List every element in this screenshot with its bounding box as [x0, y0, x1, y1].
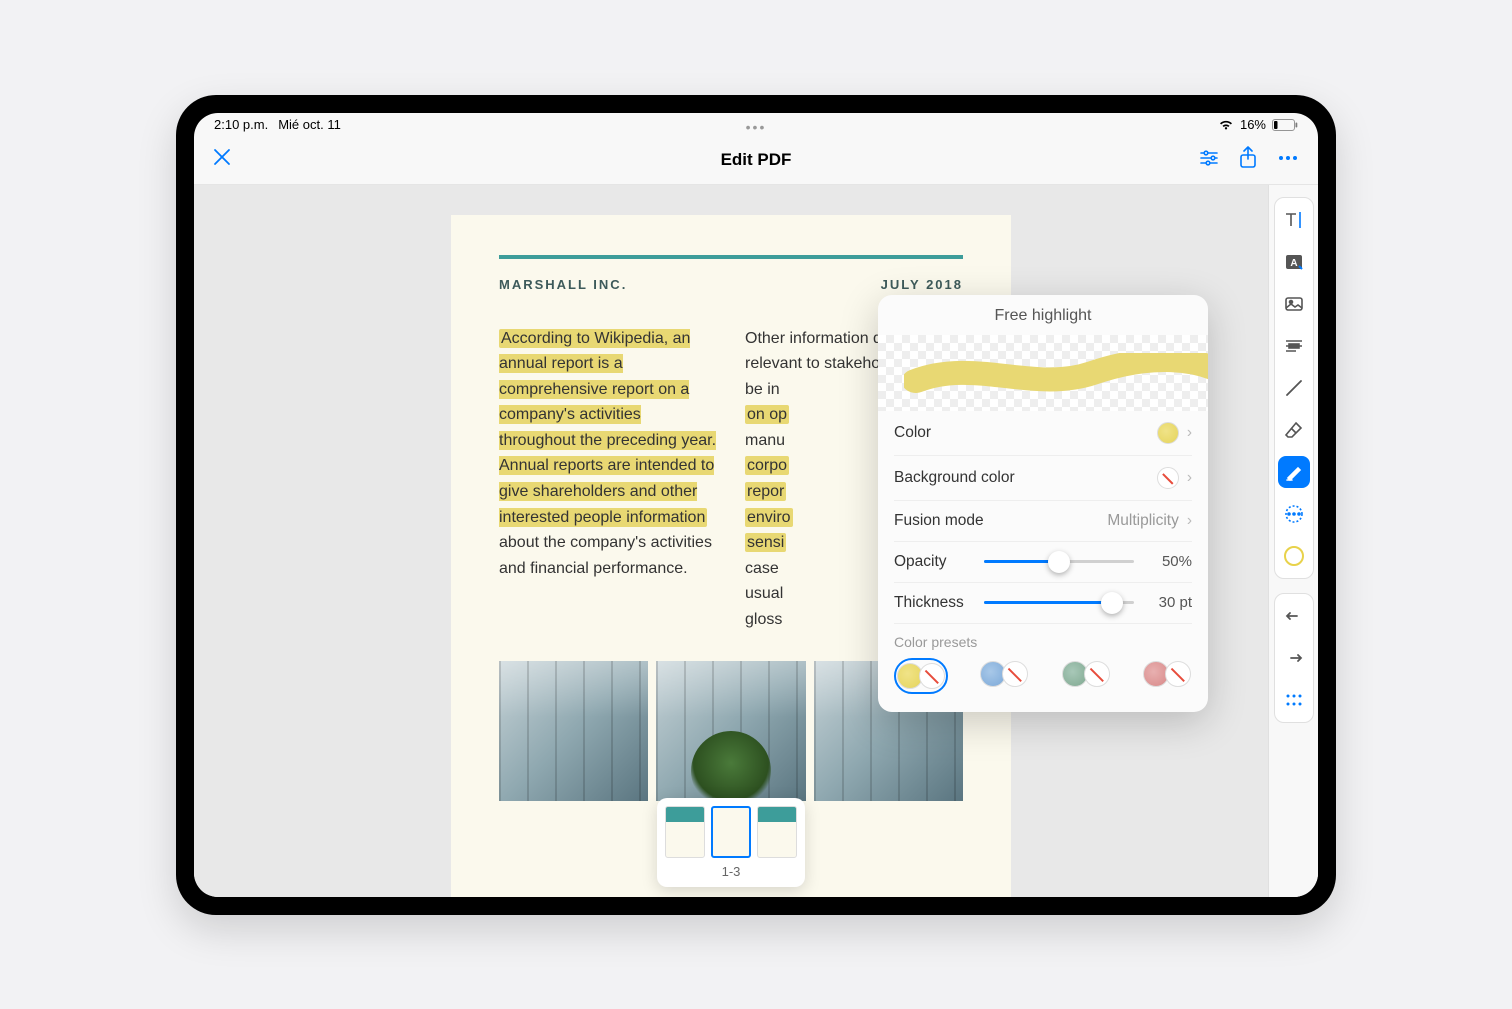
- thickness-slider[interactable]: [984, 601, 1134, 604]
- tool-group-annotations: A: [1274, 197, 1314, 579]
- redact-tool-icon[interactable]: [1278, 330, 1310, 362]
- filter-settings-icon[interactable]: [1198, 147, 1220, 174]
- tablet-frame: 2:10 p.m. Mié oct. 11 16% •••: [176, 95, 1336, 915]
- color-row[interactable]: Color ›: [894, 411, 1192, 456]
- right-toolbar: A: [1268, 185, 1318, 897]
- text-tool-icon[interactable]: [1278, 204, 1310, 236]
- status-time: 2:10 p.m.: [214, 117, 268, 132]
- color-swatch-none: [1157, 467, 1179, 489]
- chevron-right-icon: ›: [1187, 469, 1192, 487]
- wifi-icon: [1218, 119, 1234, 131]
- presets-label: Color presets: [894, 624, 1192, 658]
- thumbnail-page-1[interactable]: [665, 806, 705, 858]
- more-tools-icon[interactable]: [1278, 498, 1310, 530]
- thumbnail-range-label: 1-3: [722, 864, 741, 879]
- preset-swatch-none: [1002, 661, 1028, 687]
- share-icon[interactable]: [1238, 146, 1258, 175]
- color-label: Color: [894, 424, 931, 442]
- doc-col2-i: usual: [745, 585, 783, 602]
- highlighter-tool-icon[interactable]: [1278, 456, 1310, 488]
- current-color-icon[interactable]: [1278, 540, 1310, 572]
- opacity-label: Opacity: [894, 553, 972, 571]
- doc-col2-b: on op: [745, 405, 789, 424]
- bgcolor-label: Background color: [894, 469, 1015, 487]
- doc-col2-h: case: [745, 560, 779, 577]
- status-date: Mié oct. 11: [278, 117, 341, 132]
- undo-icon[interactable]: [1278, 600, 1310, 632]
- text-box-tool-icon[interactable]: A: [1278, 246, 1310, 278]
- doc-col2-e: repor: [745, 482, 786, 501]
- close-button[interactable]: [212, 147, 232, 172]
- doc-col-left: According to Wikipedia, an annual report…: [499, 326, 717, 633]
- page-thumbnails: 1-3: [657, 798, 805, 887]
- doc-company: MARSHALL INC.: [499, 277, 627, 292]
- highlighted-text: According to Wikipedia, an annual report…: [499, 329, 716, 527]
- preset-blue[interactable]: [979, 658, 1029, 694]
- document-view[interactable]: MARSHALL INC. JULY 2018 According to Wik…: [194, 185, 1268, 897]
- doc-col2-d: corpo: [745, 456, 789, 475]
- content-area: MARSHALL INC. JULY 2018 According to Wik…: [194, 185, 1318, 897]
- preset-red[interactable]: [1142, 658, 1192, 694]
- drag-indicator-icon: •••: [746, 119, 767, 135]
- background-color-row[interactable]: Background color ›: [894, 456, 1192, 501]
- popover-title: Free highlight: [878, 295, 1208, 335]
- thumbnail-page-2[interactable]: [711, 806, 751, 858]
- fusion-value: Multiplicity: [1107, 512, 1178, 530]
- thickness-value: 30 pt: [1146, 594, 1192, 611]
- grid-icon[interactable]: [1278, 684, 1310, 716]
- thumbnail-page-3[interactable]: [757, 806, 797, 858]
- thickness-row: Thickness 30 pt: [894, 583, 1192, 624]
- thickness-label: Thickness: [894, 594, 972, 612]
- page-rule: [499, 255, 963, 259]
- doc-photo: [499, 661, 648, 801]
- image-tool-icon[interactable]: [1278, 288, 1310, 320]
- doc-col2-c: manu: [745, 432, 785, 449]
- fusion-label: Fusion mode: [894, 512, 984, 530]
- eraser-tool-icon[interactable]: [1278, 414, 1310, 446]
- preset-yellow[interactable]: [894, 658, 948, 694]
- preset-swatch-none: [919, 663, 945, 689]
- free-highlight-popover: Free highlight Color ›: [878, 295, 1208, 712]
- presets-row: [894, 658, 1192, 712]
- more-icon[interactable]: [1276, 146, 1300, 175]
- opacity-row: Opacity 50%: [894, 542, 1192, 583]
- fusion-mode-row[interactable]: Fusion mode Multiplicity ›: [894, 501, 1192, 542]
- opacity-slider[interactable]: [984, 560, 1134, 563]
- doc-photo: [656, 661, 805, 801]
- page-title: Edit PDF: [721, 150, 792, 170]
- line-tool-icon[interactable]: [1278, 372, 1310, 404]
- chevron-right-icon: ›: [1187, 512, 1192, 530]
- doc-col2-j: gloss: [745, 611, 782, 628]
- redo-icon[interactable]: [1278, 642, 1310, 674]
- opacity-value: 50%: [1146, 553, 1192, 570]
- status-battery-pct: 16%: [1240, 117, 1266, 132]
- svg-text:A: A: [1290, 258, 1297, 269]
- screen: 2:10 p.m. Mié oct. 11 16% •••: [194, 113, 1318, 897]
- doc-date: JULY 2018: [881, 277, 963, 292]
- color-swatch-yellow: [1157, 422, 1179, 444]
- tool-group-history: [1274, 593, 1314, 723]
- doc-col2-f: enviro: [745, 508, 793, 527]
- chevron-right-icon: ›: [1187, 424, 1192, 442]
- color-circle-yellow: [1284, 546, 1304, 566]
- doc-col2-g: sensi: [745, 533, 786, 552]
- preset-green[interactable]: [1061, 658, 1111, 694]
- nav-bar: ••• Edit PDF: [194, 137, 1318, 185]
- doc-col1-rest: about the company's activities and finan…: [499, 534, 712, 577]
- battery-icon: [1272, 119, 1298, 131]
- stroke-preview: [878, 335, 1208, 411]
- preset-swatch-none: [1165, 661, 1191, 687]
- preset-swatch-none: [1084, 661, 1110, 687]
